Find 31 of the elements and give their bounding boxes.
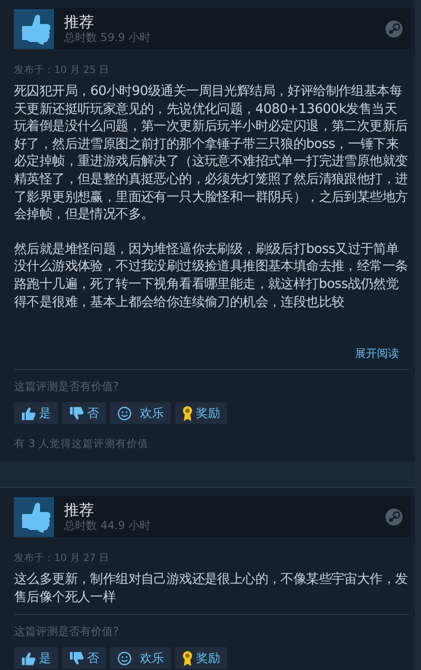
thumbs-down-icon <box>69 650 84 666</box>
award-button[interactable]: 奖励 <box>175 647 227 670</box>
vote-button[interactable]: 是 <box>14 402 58 424</box>
vote-button[interactable]: 欢乐 <box>110 647 171 670</box>
review-text: 这么多更新，制作组对自己游戏还是很上心的，不像某些宇宙大作，发售后像个死人一样 <box>14 571 409 606</box>
post-date: 发布于：10 月 27 日 <box>14 552 110 566</box>
expand-link[interactable]: 展开阅读 <box>355 347 399 361</box>
vote-button[interactable]: 否 <box>62 402 106 424</box>
thumbs-up-icon <box>14 496 54 536</box>
medal-icon <box>182 404 193 422</box>
review-verdict: 推荐 <box>64 500 95 518</box>
medal-icon <box>182 650 193 667</box>
thumbs-up-icon <box>21 650 36 666</box>
helpful-prompt: 这篇评测是否有价值? <box>14 380 120 394</box>
vote-button[interactable]: 否 <box>62 647 106 670</box>
smiley-icon <box>117 406 132 420</box>
vote-button[interactable]: 是 <box>14 647 58 670</box>
award-button[interactable]: 奖励 <box>175 402 227 424</box>
playtime-text: 总时数 44.9 小时 <box>64 518 152 532</box>
review-text: 死囚犯开局，60小时90级通关一周目光辉结局，好评给制作组基本每天更新还挺听玩家意见的，先说优化问题，4080+13600k发售当天玩着倒是没什么问题，第一次更新后玩半小时必定闪退，第二次更新后好了，然后进雪原图之前打的那个拿锤子带三只狼的boss，一锤下来必定掉帧，重进游戏后解决了（这玩意不难招式单一打完进雪原他就变精英怪了，但是整的真挺恶心的，必须先灯笼照了然后清狼跟他打，进了影界更别想赢，里面还有一只大脸怪和一群阴兵），之后到某些地方会掉帧，但是情况不多。 <box>14 83 409 224</box>
thumbs-up-icon <box>14 8 54 48</box>
thumbs-down-icon <box>69 406 84 420</box>
playtime-text: 总时数 59.9 小时 <box>64 30 152 44</box>
helpful-prompt: 这篇评测是否有价值? <box>14 625 120 640</box>
vote-button[interactable]: 欢乐 <box>110 402 171 424</box>
helpful-count: 有 3 人觉得这篇评测有价值 <box>14 437 150 451</box>
smiley-icon <box>117 650 132 666</box>
thumbs-up-icon <box>21 406 36 420</box>
review-text: 然后就是堆怪问题，因为堆怪逼你去刷级，刷级后打boss又过于简单没什么游戏体验，不过我没刷过级捡道具推图基本填命去推，经常一条路跑十几遍，死了转一下视角看看哪里能走，就这样打boss战仍然觉得不是很难，基本上都会给你连续偷刀的机会，连段也比较 <box>14 240 409 312</box>
post-date: 发布于：10 月 25 日 <box>14 64 110 78</box>
review-verdict: 推荐 <box>64 12 95 30</box>
